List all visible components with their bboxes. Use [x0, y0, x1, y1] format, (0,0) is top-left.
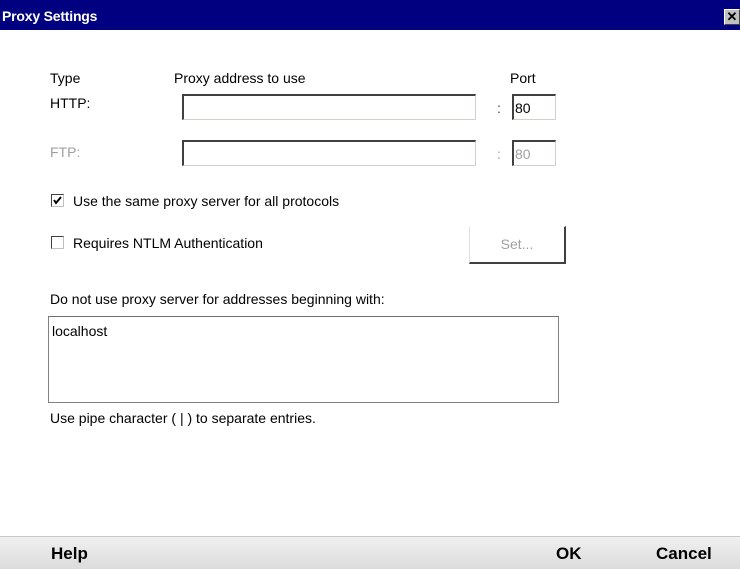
http-proxy-address-input[interactable] — [182, 94, 476, 120]
same-proxy-checkbox[interactable] — [51, 194, 64, 207]
proxy-settings-dialog: Proxy Settings ✕ Type Proxy address to u… — [0, 0, 740, 569]
type-column-header: Type — [50, 70, 81, 86]
ftp-proxy-address-input[interactable] — [182, 140, 476, 166]
http-label: HTTP: — [50, 95, 91, 111]
ok-button[interactable]: OK — [556, 545, 582, 563]
ftp-port-input[interactable] — [512, 140, 556, 166]
exclusions-label: Do not use proxy server for addresses be… — [50, 291, 385, 307]
http-colon: : — [497, 100, 501, 116]
help-button[interactable]: Help — [51, 545, 88, 563]
ftp-colon: : — [497, 146, 501, 162]
close-button[interactable]: ✕ — [724, 9, 740, 25]
dialog-footer: Help OK Cancel — [0, 536, 740, 569]
ntlm-label[interactable]: Requires NTLM Authentication — [73, 235, 263, 251]
window-title: Proxy Settings — [2, 8, 98, 24]
ftp-label: FTP: — [50, 144, 81, 160]
address-column-header: Proxy address to use — [174, 70, 306, 86]
exclusions-textarea[interactable]: localhost — [48, 316, 559, 403]
title-bar: Proxy Settings ✕ — [0, 0, 740, 30]
exclusions-hint: Use pipe character ( | ) to separate ent… — [50, 410, 316, 426]
same-proxy-label[interactable]: Use the same proxy server for all protoc… — [73, 193, 339, 209]
cancel-button[interactable]: Cancel — [656, 545, 712, 563]
exclusions-value: localhost — [52, 323, 108, 339]
port-column-header: Port — [510, 70, 536, 86]
close-icon: ✕ — [726, 9, 738, 24]
checkmark-icon — [53, 196, 62, 205]
http-port-input[interactable] — [512, 94, 556, 120]
set-ntlm-button[interactable]: Set... — [469, 226, 566, 264]
ntlm-checkbox[interactable] — [51, 236, 64, 249]
